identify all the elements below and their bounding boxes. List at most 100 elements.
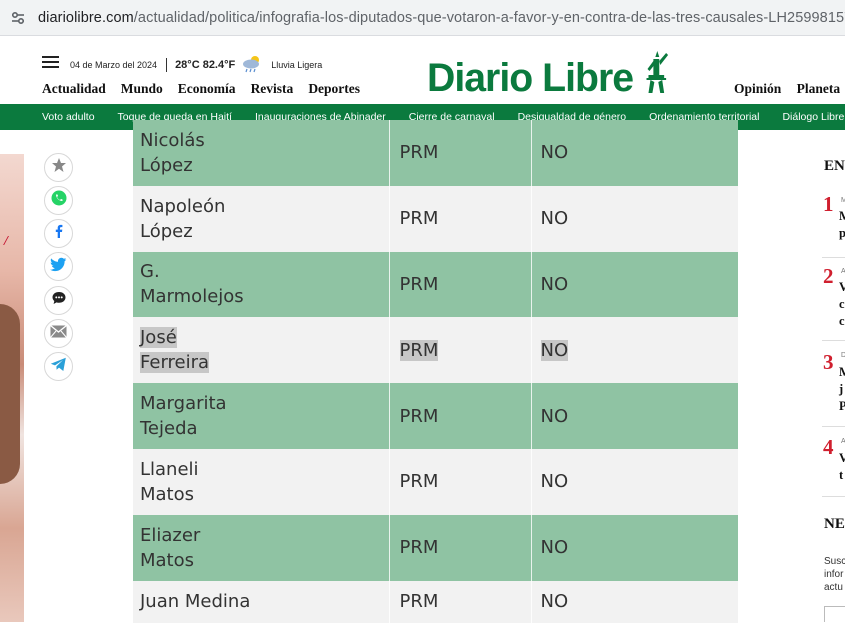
- nav-item-revista[interactable]: Revista: [251, 81, 294, 97]
- deputy-name: Margarita Tejeda: [133, 383, 390, 449]
- table-row: Margarita Tejeda PRM NO: [133, 383, 738, 449]
- email-icon: [50, 324, 67, 343]
- site-header: 04 de Marzo del 2024 28°C 82.4°F Lluvia …: [0, 36, 845, 104]
- nav-item-mundo[interactable]: Mundo: [121, 81, 163, 97]
- divider: [822, 496, 845, 497]
- topic-link[interactable]: Diálogo Libre: [782, 111, 844, 123]
- email-share-button[interactable]: [44, 319, 73, 348]
- url-path: /actualidad/politica/infografia-los-dipu…: [133, 9, 845, 26]
- comment-share-button[interactable]: [44, 286, 73, 315]
- party-cell: PRM: [389, 317, 532, 384]
- twitter-share-button[interactable]: [44, 252, 73, 281]
- headline-line: P: [839, 399, 845, 413]
- name-line: Margarita: [140, 393, 227, 415]
- rank-tag: A: [841, 268, 845, 275]
- rank-number: 2: [823, 264, 834, 288]
- main-nav: Actualidad Mundo Economía Revista Deport…: [42, 81, 375, 97]
- site-settings-icon[interactable]: [10, 10, 26, 26]
- deputy-name: G. Marmolejos: [133, 251, 390, 318]
- name-line: José: [140, 327, 177, 349]
- name-line: Marmolejos: [140, 286, 244, 308]
- headline-line: j: [839, 382, 844, 396]
- nav-item-actualidad[interactable]: Actualidad: [42, 81, 106, 97]
- rain-cloud-icon: [241, 55, 263, 75]
- trending-item-link[interactable]: Vt: [839, 450, 845, 484]
- vote-cell: NO: [531, 185, 738, 252]
- headline-line: M: [839, 365, 845, 379]
- text-line: Susc: [824, 556, 845, 567]
- whatsapp-icon: [50, 189, 68, 212]
- table-row: Napoleón López PRM NO: [133, 185, 738, 252]
- rank-number: 4: [823, 435, 834, 459]
- nav-item-opinion[interactable]: Opinión: [734, 81, 781, 96]
- name-line: Matos: [140, 549, 195, 571]
- name-line: López: [140, 220, 193, 242]
- divider: [822, 426, 845, 427]
- headline-line: p: [839, 226, 845, 240]
- telegram-share-button[interactable]: [44, 352, 73, 381]
- divider: [822, 257, 845, 258]
- secondary-nav: Opinión Planeta: [734, 81, 845, 97]
- name-line: Ferreira: [140, 352, 210, 374]
- logo-text: Diario Libre: [427, 56, 634, 100]
- table-row: Llaneli Matos PRM NO: [133, 448, 738, 515]
- nav-item-economia[interactable]: Economía: [178, 81, 236, 97]
- twitter-icon: [50, 257, 67, 277]
- whatsapp-share-button[interactable]: [44, 186, 73, 215]
- trending-sidebar: EN 1 M Mp 2 A Vcc 3 D MjP 4 A Vt NE Susc…: [822, 148, 845, 622]
- vote-cell: NO: [531, 514, 738, 581]
- deputy-name: Nicolás López: [133, 120, 390, 186]
- text-line: actu: [824, 582, 843, 593]
- comment-icon: [51, 290, 67, 311]
- vote-cell: NO: [531, 383, 738, 449]
- nav-item-deportes[interactable]: Deportes: [308, 81, 360, 97]
- divider: [822, 340, 845, 341]
- newsletter-email-input[interactable]: [824, 606, 845, 622]
- table-row: Eliazer Matos PRM NO: [133, 514, 738, 581]
- newsletter-heading: NE: [824, 516, 845, 532]
- party-cell: PRM: [389, 251, 532, 318]
- vote-text: NO: [540, 339, 569, 361]
- party-cell: PRM: [389, 383, 532, 449]
- rank-number: 3: [823, 350, 834, 374]
- table-row: G. Marmolejos PRM NO: [133, 251, 738, 318]
- deputy-name: Eliazer Matos: [133, 514, 390, 581]
- party-cell: PRM: [389, 120, 532, 186]
- site-logo[interactable]: Diario Libre: [427, 49, 670, 101]
- trending-item-link[interactable]: Vcc: [839, 279, 845, 330]
- headline-line: c: [839, 314, 845, 328]
- rank-tag: M: [841, 197, 845, 204]
- star-icon: [51, 157, 67, 178]
- party-cell: PRM: [389, 185, 532, 252]
- table-row: Juan Medina PRM NO: [133, 580, 738, 623]
- trending-item-link[interactable]: MjP: [839, 364, 845, 415]
- favorite-button[interactable]: [44, 153, 73, 182]
- vote-cell: NO: [531, 120, 738, 186]
- name-line: Matos: [140, 483, 195, 505]
- headline-line: M: [839, 209, 845, 223]
- deputies-vote-table: Nicolás López PRM NO Napoleón López PRM NO…: [133, 120, 738, 623]
- browser-address-bar[interactable]: diariolibre.com/actualidad/politica/info…: [0, 0, 845, 36]
- headline-line: V: [839, 451, 845, 465]
- sidebar-heading: EN: [824, 158, 845, 174]
- rank-tag: D: [841, 352, 845, 359]
- side-advertisement[interactable]: /: [0, 154, 24, 622]
- trending-item-link[interactable]: Mp: [839, 208, 845, 242]
- date-weather-bar: 04 de Marzo del 2024 28°C 82.4°F Lluvia …: [70, 55, 322, 75]
- rank-number: 1: [823, 192, 834, 216]
- url-host: diariolibre.com: [38, 9, 134, 26]
- url-text[interactable]: diariolibre.com/actualidad/politica/info…: [38, 10, 845, 26]
- vote-cell: NO: [531, 580, 738, 623]
- rank-tag: A: [841, 438, 845, 445]
- nav-item-planeta[interactable]: Planeta: [797, 81, 841, 96]
- menu-icon[interactable]: [42, 56, 59, 68]
- name-line: Napoleón: [140, 195, 226, 217]
- party-cell: PRM: [389, 448, 532, 515]
- telegram-icon: [50, 357, 67, 377]
- table-row-selected: José Ferreira PRM NO: [133, 317, 738, 384]
- facebook-share-button[interactable]: [44, 219, 73, 248]
- vote-cell: NO: [531, 448, 738, 515]
- headline-line: t: [839, 468, 844, 482]
- topic-link[interactable]: Voto adulto: [42, 111, 95, 123]
- name-line: Nicolás: [140, 129, 205, 151]
